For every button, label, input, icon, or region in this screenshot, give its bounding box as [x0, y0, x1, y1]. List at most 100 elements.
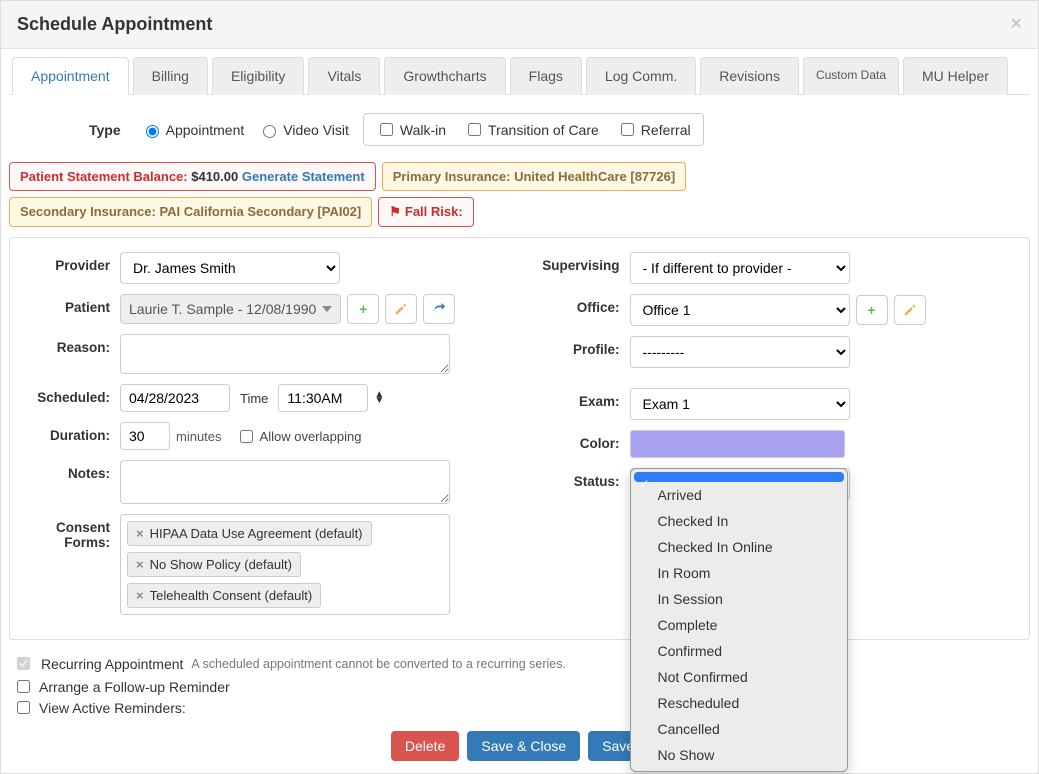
- status-option-checkedin[interactable]: Checked In: [634, 508, 844, 534]
- notes-textarea[interactable]: [120, 460, 450, 504]
- recurring-note: A scheduled appointment cannot be conver…: [191, 657, 566, 671]
- tab-customdata[interactable]: Custom Data: [803, 57, 899, 95]
- save-close-button[interactable]: Save & Close: [467, 731, 580, 761]
- status-option-arrived[interactable]: Arrived: [634, 482, 844, 508]
- pencil-icon: [394, 302, 408, 316]
- status-option-complete[interactable]: Complete: [634, 612, 844, 638]
- duration-row: Duration: minutes Allow overlapping: [20, 422, 510, 450]
- status-option-insession[interactable]: In Session: [634, 586, 844, 612]
- recurring-label: Recurring Appointment: [41, 656, 183, 672]
- remove-tag-icon[interactable]: ×: [136, 557, 144, 572]
- tab-flags[interactable]: Flags: [510, 57, 582, 95]
- transition-checkbox[interactable]: Transition of Care: [464, 120, 599, 139]
- allow-overlap-checkbox[interactable]: Allow overlapping: [236, 427, 362, 446]
- status-option-checkedin-online[interactable]: Checked In Online: [634, 534, 844, 560]
- add-patient-button[interactable]: +: [347, 294, 379, 324]
- secondary-insurance-badge: Secondary Insurance: PAI California Seco…: [9, 197, 372, 227]
- edit-office-button[interactable]: [894, 295, 926, 325]
- consent-tag: × Telehealth Consent (default): [127, 583, 321, 608]
- supervising-select[interactable]: - If different to provider -: [630, 252, 850, 284]
- followup-checkbox[interactable]: [17, 680, 30, 693]
- time-spinner[interactable]: ▲ ▼: [374, 392, 384, 404]
- profile-select[interactable]: ---------: [630, 336, 850, 368]
- tab-appointment[interactable]: Appointment: [12, 57, 129, 95]
- tab-bar: Appointment Billing Eligibility Vitals G…: [9, 57, 1030, 95]
- reason-row: Reason:: [20, 334, 510, 374]
- right-column: Supervising - If different to provider -…: [530, 252, 1020, 625]
- form-panel: Provider Dr. James Smith Patient Laurie …: [9, 237, 1030, 640]
- modal-title: Schedule Appointment: [17, 14, 212, 35]
- status-row: Status: Arrived Checked In Checked In On…: [530, 468, 1020, 500]
- modal-header: Schedule Appointment ×: [1, 1, 1038, 49]
- action-buttons: Delete Save & Close Save: [9, 725, 1030, 765]
- provider-select[interactable]: Dr. James Smith: [120, 252, 340, 284]
- status-option-blank[interactable]: [634, 472, 844, 482]
- tab-logcomm[interactable]: Log Comm.: [586, 57, 696, 95]
- fall-risk-badge: ⚑Fall Risk:: [378, 197, 473, 227]
- viewreminders-row[interactable]: View Active Reminders:: [13, 698, 1026, 717]
- left-column: Provider Dr. James Smith Patient Laurie …: [20, 252, 510, 625]
- referral-input[interactable]: [621, 123, 634, 136]
- modal-body: Appointment Billing Eligibility Vitals G…: [1, 49, 1038, 773]
- recurring-row: Recurring Appointment A scheduled appoin…: [13, 654, 1026, 673]
- transition-input[interactable]: [468, 123, 481, 136]
- consent-forms-box[interactable]: × HIPAA Data Use Agreement (default) × N…: [120, 514, 450, 615]
- tab-revisions[interactable]: Revisions: [700, 57, 799, 95]
- allow-overlap-input[interactable]: [240, 430, 253, 443]
- edit-patient-button[interactable]: [385, 294, 417, 324]
- type-video-input[interactable]: [263, 125, 276, 138]
- viewreminders-checkbox[interactable]: [17, 701, 30, 714]
- pencil-icon: [903, 303, 917, 317]
- status-option-notconfirmed[interactable]: Not Confirmed: [634, 664, 844, 690]
- walkin-input[interactable]: [380, 123, 393, 136]
- chevron-down-icon: [322, 306, 332, 312]
- remove-tag-icon[interactable]: ×: [136, 588, 144, 603]
- status-option-rescheduled[interactable]: Rescheduled: [634, 690, 844, 716]
- below-panel: Recurring Appointment A scheduled appoin…: [9, 640, 1030, 725]
- color-picker[interactable]: [630, 430, 845, 458]
- provider-row: Provider Dr. James Smith: [20, 252, 510, 284]
- status-option-noshow[interactable]: No Show: [634, 742, 844, 768]
- exam-row: Exam: Exam 1: [530, 388, 1020, 420]
- type-checkbox-group: Walk-in Transition of Care Referral: [363, 113, 704, 146]
- scheduled-date-input[interactable]: [120, 384, 230, 412]
- add-office-button[interactable]: +: [856, 295, 888, 325]
- exam-select[interactable]: Exam 1: [630, 388, 850, 420]
- scheduled-row: Scheduled: Time ▲ ▼: [20, 384, 510, 412]
- type-appointment-input[interactable]: [146, 125, 159, 138]
- profile-row: Profile: ---------: [530, 336, 1020, 368]
- duration-input[interactable]: [120, 422, 170, 450]
- tab-billing[interactable]: Billing: [133, 57, 208, 95]
- referral-checkbox[interactable]: Referral: [617, 120, 691, 139]
- remove-tag-icon[interactable]: ×: [136, 526, 144, 541]
- office-row: Office: Office 1 +: [530, 294, 1020, 326]
- type-video-radio[interactable]: Video Visit: [258, 122, 349, 138]
- tab-vitals[interactable]: Vitals: [308, 57, 380, 95]
- delete-button[interactable]: Delete: [391, 731, 459, 761]
- scheduled-time-input[interactable]: [278, 384, 368, 412]
- consent-row: Consent Forms: × HIPAA Data Use Agreemen…: [20, 514, 510, 615]
- primary-insurance-badge: Primary Insurance: United HealthCare [87…: [382, 162, 687, 191]
- color-row: Color:: [530, 430, 1020, 458]
- spinner-down-icon[interactable]: ▼: [374, 398, 384, 404]
- tab-eligibility[interactable]: Eligibility: [212, 57, 304, 95]
- type-appointment-radio[interactable]: Appointment: [141, 122, 245, 138]
- share-patient-button[interactable]: [423, 294, 455, 324]
- notes-row: Notes:: [20, 460, 510, 504]
- tab-muhelper[interactable]: MU Helper: [903, 57, 1008, 95]
- info-badges: Patient Statement Balance: $410.00 Gener…: [9, 158, 1030, 237]
- generate-statement-link[interactable]: Generate Statement: [242, 169, 365, 184]
- office-select[interactable]: Office 1: [630, 294, 850, 326]
- followup-row[interactable]: Arrange a Follow-up Reminder: [13, 677, 1026, 696]
- consent-tag: × No Show Policy (default): [127, 552, 301, 577]
- tab-growthcharts[interactable]: Growthcharts: [384, 57, 505, 95]
- close-icon[interactable]: ×: [1010, 13, 1022, 36]
- patient-row: Patient Laurie T. Sample - 12/08/1990 +: [20, 294, 510, 324]
- status-option-cancelled[interactable]: Cancelled: [634, 716, 844, 742]
- status-option-confirmed[interactable]: Confirmed: [634, 638, 844, 664]
- recurring-checkbox: [17, 657, 30, 670]
- walkin-checkbox[interactable]: Walk-in: [376, 120, 446, 139]
- type-row: Type Appointment Video Visit Walk-in Tra…: [9, 95, 1030, 158]
- reason-textarea[interactable]: [120, 334, 450, 374]
- status-option-inroom[interactable]: In Room: [634, 560, 844, 586]
